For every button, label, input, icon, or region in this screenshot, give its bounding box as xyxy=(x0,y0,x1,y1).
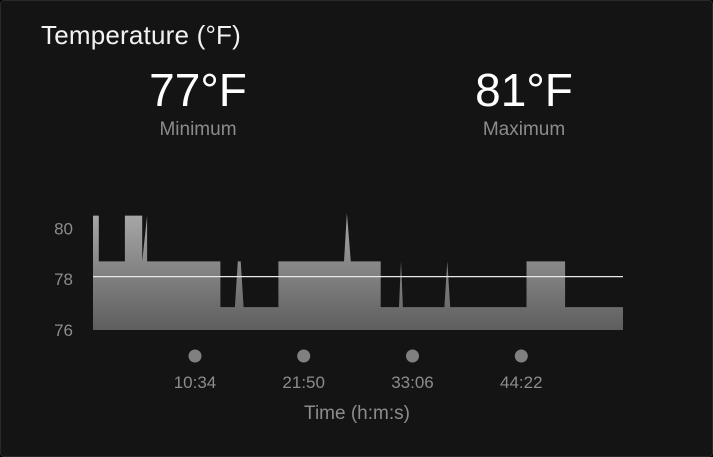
temperature-area-series xyxy=(93,213,623,330)
x-tick-marker xyxy=(297,349,311,363)
x-tick-marker xyxy=(514,349,528,363)
x-tick-label: 44:22 xyxy=(500,373,543,392)
x-axis-title: Time (h:m:s) xyxy=(304,403,410,424)
x-axis: 10:34 21:50 33:06 44:22 xyxy=(174,349,543,392)
x-tick-label: 10:34 xyxy=(174,373,217,392)
y-tick-label: 76 xyxy=(54,321,73,340)
y-axis: 76 78 80 xyxy=(54,219,73,340)
x-tick-marker xyxy=(188,349,202,363)
x-tick-marker xyxy=(406,349,419,363)
y-tick-label: 80 xyxy=(54,219,73,238)
x-tick-label: 33:06 xyxy=(391,373,434,392)
y-tick-label: 78 xyxy=(54,270,73,289)
temperature-chart: 76 78 80 10:34 21:50 33:06 44:22 Time (h:m:s) xyxy=(54,213,623,424)
x-tick-label: 21:50 xyxy=(282,373,325,392)
